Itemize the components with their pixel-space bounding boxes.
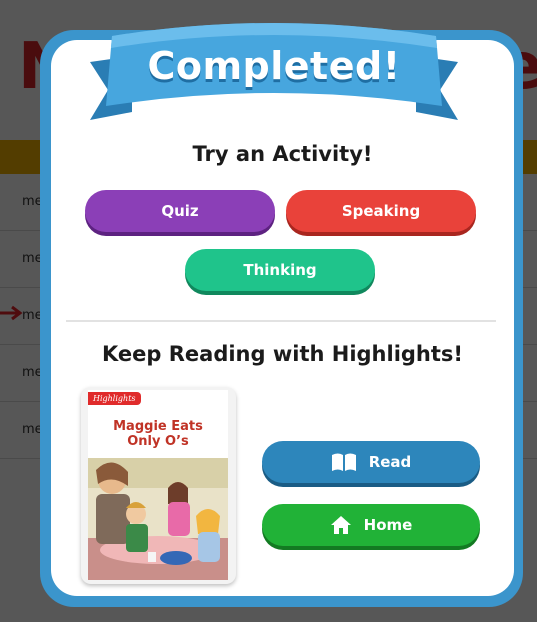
- book-title-line1: Maggie Eats: [113, 419, 203, 434]
- house-icon: [330, 516, 351, 534]
- thinking-button-label: Thinking: [243, 261, 317, 279]
- speaking-button[interactable]: Speaking: [286, 190, 476, 232]
- highlights-logo: Highlights: [88, 392, 141, 405]
- book-cover-illustration: [88, 458, 228, 580]
- thinking-button[interactable]: Thinking: [185, 249, 375, 291]
- reading-heading: Keep Reading with Highlights!: [102, 342, 463, 366]
- book-title: Maggie Eats Only O’s: [88, 419, 228, 449]
- section-divider: [66, 320, 496, 322]
- book-cover[interactable]: Highlights Maggie Eats Only O’s: [88, 390, 228, 580]
- activity-heading: Try an Activity!: [192, 142, 373, 166]
- read-button-label: Read: [368, 453, 412, 471]
- quiz-button[interactable]: Quiz: [85, 190, 275, 232]
- completed-ribbon: Completed!: [82, 16, 466, 136]
- speaking-button-label: Speaking: [341, 202, 421, 220]
- read-button[interactable]: Read: [262, 441, 480, 483]
- home-button-label: Home: [363, 516, 413, 534]
- quiz-button-label: Quiz: [161, 202, 199, 220]
- book-title-line2: Only O’s: [127, 434, 189, 449]
- completed-title: Completed!: [147, 44, 401, 88]
- open-book-icon: [331, 453, 356, 471]
- home-button[interactable]: Home: [262, 504, 480, 546]
